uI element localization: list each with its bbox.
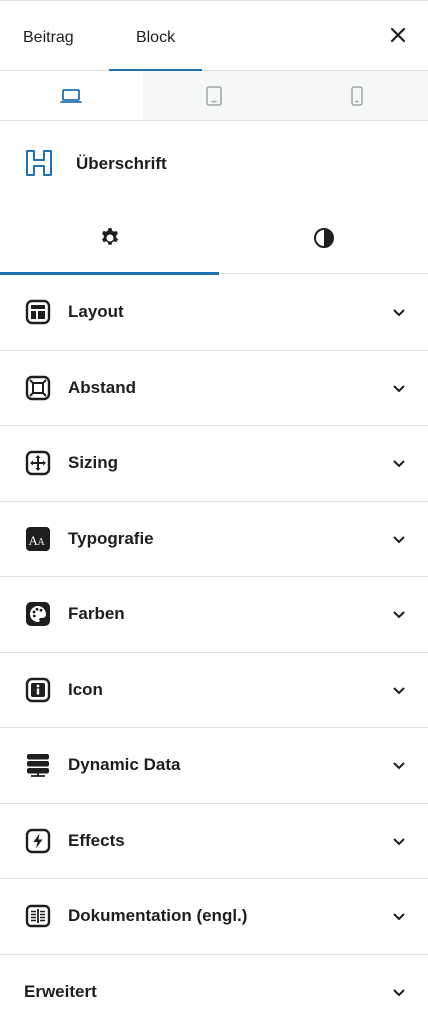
panel-dynamic-data[interactable]: Dynamic Data bbox=[0, 728, 428, 804]
panel-list: Layout Abstand Sizing A bbox=[0, 275, 428, 1030]
panel-label: Icon bbox=[68, 680, 103, 700]
contrast-icon bbox=[312, 226, 336, 250]
lightning-icon bbox=[24, 827, 52, 855]
panel-label: Erweitert bbox=[24, 982, 97, 1002]
panel-effects[interactable]: Effects bbox=[0, 804, 428, 880]
panel-abstand[interactable]: Abstand bbox=[0, 351, 428, 427]
panel-icon[interactable]: Icon bbox=[0, 653, 428, 729]
panel-label: Farben bbox=[68, 604, 125, 624]
block-card: Überschrift bbox=[0, 122, 428, 202]
chevron-down-icon bbox=[390, 379, 408, 397]
panel-label: Dokumentation (engl.) bbox=[68, 906, 247, 926]
svg-text:A: A bbox=[38, 537, 46, 548]
spacing-icon bbox=[24, 374, 52, 402]
desktop-icon bbox=[60, 88, 82, 104]
chevron-down-icon bbox=[390, 454, 408, 472]
panel-label: Effects bbox=[68, 831, 125, 851]
layout-icon bbox=[24, 298, 52, 326]
database-icon bbox=[24, 751, 52, 779]
panel-label: Dynamic Data bbox=[68, 755, 180, 775]
mobile-icon bbox=[350, 86, 364, 106]
tab-block[interactable]: Block bbox=[109, 1, 202, 71]
chevron-down-icon bbox=[390, 303, 408, 321]
info-icon bbox=[24, 676, 52, 704]
panel-sizing[interactable]: Sizing bbox=[0, 426, 428, 502]
panel-layout[interactable]: Layout bbox=[0, 275, 428, 351]
panel-farben[interactable]: Farben bbox=[0, 577, 428, 653]
chevron-down-icon bbox=[390, 832, 408, 850]
panel-label: Abstand bbox=[68, 378, 136, 398]
chevron-down-icon bbox=[390, 756, 408, 774]
device-mobile-button[interactable] bbox=[285, 71, 428, 120]
inspector-tabs bbox=[0, 202, 428, 274]
chevron-down-icon bbox=[390, 530, 408, 548]
device-tablet-button[interactable] bbox=[143, 71, 286, 120]
chevron-down-icon bbox=[390, 681, 408, 699]
tab-styles[interactable] bbox=[219, 202, 428, 274]
chevron-down-icon bbox=[390, 907, 408, 925]
chevron-down-icon bbox=[390, 605, 408, 623]
documentation-icon bbox=[24, 902, 52, 930]
palette-icon bbox=[24, 600, 52, 628]
panel-label: Layout bbox=[68, 302, 124, 322]
close-button[interactable] bbox=[386, 23, 410, 47]
panel-dokumentation[interactable]: Dokumentation (engl.) bbox=[0, 879, 428, 955]
tablet-icon bbox=[205, 86, 223, 106]
gear-icon bbox=[98, 226, 122, 250]
panel-typografie[interactable]: A A Typografie bbox=[0, 502, 428, 578]
block-title: Überschrift bbox=[76, 154, 167, 174]
heading-icon bbox=[24, 148, 54, 178]
sidebar-header-tabs: Beitrag Block bbox=[0, 0, 428, 71]
close-icon bbox=[390, 27, 406, 43]
panel-label: Typografie bbox=[68, 529, 154, 549]
device-desktop-button[interactable] bbox=[0, 71, 143, 120]
panel-erweitert[interactable]: Erweitert bbox=[0, 955, 428, 1030]
typography-icon: A A bbox=[24, 525, 52, 553]
panel-label: Sizing bbox=[68, 453, 118, 473]
device-switcher bbox=[0, 71, 428, 121]
sizing-icon bbox=[24, 449, 52, 477]
chevron-down-icon bbox=[390, 983, 408, 1001]
tab-post[interactable]: Beitrag bbox=[0, 1, 97, 71]
tab-settings[interactable] bbox=[0, 202, 219, 274]
